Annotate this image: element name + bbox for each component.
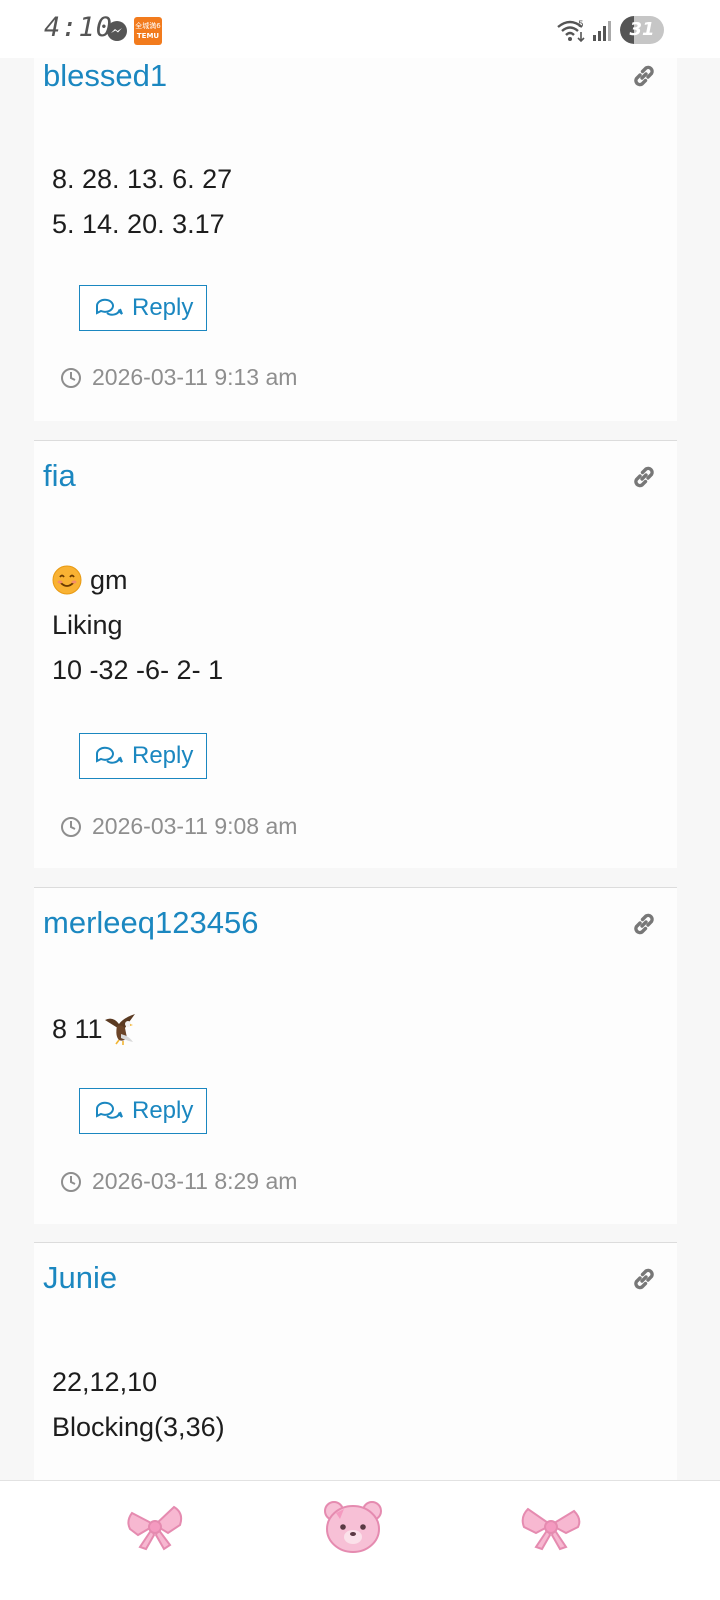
comment-text-line: 8 11 xyxy=(52,1012,137,1046)
bottom-nav xyxy=(0,1480,720,1600)
comment-text-line: 8. 28. 13. 6. 27 xyxy=(52,164,233,194)
pink-bow-icon[interactable] xyxy=(520,1499,582,1555)
clock-icon xyxy=(61,816,81,837)
comment-timestamp: 2026-03-11 9:08 am xyxy=(60,813,297,840)
battery-icon: 31 xyxy=(620,16,664,44)
reply-button-label: Reply xyxy=(132,742,194,769)
permalink-icon[interactable] xyxy=(630,62,658,90)
comment-author[interactable]: merleeq123456 xyxy=(43,905,258,941)
svg-text:5: 5 xyxy=(578,20,584,30)
pink-bow-icon[interactable] xyxy=(124,1499,186,1555)
temu-icon-text-bottom: TEMU xyxy=(137,32,160,40)
comment-text: gm xyxy=(90,565,128,595)
comment-text: 8 11 xyxy=(52,1014,103,1044)
reply-button[interactable]: Reply xyxy=(79,285,207,331)
pink-bear-icon[interactable] xyxy=(322,1499,384,1555)
chat-bubbles-icon xyxy=(95,746,123,764)
comment-card: merleeq123456 8 11 Reply 2026-03-11 8:29… xyxy=(34,887,677,1224)
comment-author[interactable]: fia xyxy=(43,458,76,494)
comment-author[interactable]: Junie xyxy=(43,1260,117,1296)
temu-icon-text-top: 全城満6 xyxy=(135,21,161,30)
comment-text-line: Liking xyxy=(52,610,123,640)
comment-text-line: 10 -32 -6- 2- 1 xyxy=(52,655,224,685)
clock-icon xyxy=(61,1171,81,1192)
comment-card: fia gm Liking 10 -32 -6- 2- 1 Reply 2026… xyxy=(34,440,677,868)
status-time: 4:10 xyxy=(44,12,114,43)
battery-level: 31 xyxy=(629,19,655,40)
timestamp-text: 2026-03-11 9:13 am xyxy=(92,364,298,390)
reply-button[interactable]: Reply xyxy=(79,1088,207,1134)
comment-timestamp: 2026-03-11 8:29 am xyxy=(60,1168,297,1195)
timestamp-text: 2026-03-11 8:29 am xyxy=(92,1168,298,1194)
comment-timestamp: 2026-03-11 9:13 am xyxy=(60,364,297,391)
comment-text-line: gm xyxy=(52,565,128,596)
temu-icon: 全城満6 TEMU xyxy=(134,17,162,45)
comment-text-line: 5. 14. 20. 3.17 xyxy=(52,209,225,239)
permalink-icon[interactable] xyxy=(630,463,658,491)
comment-author[interactable]: blessed1 xyxy=(43,58,167,94)
smiling-face-emoji xyxy=(52,565,82,595)
comment-card: Junie 22,12,10 Blocking(3,36) xyxy=(34,1242,677,1480)
comment-text-line: 22,12,10 xyxy=(52,1367,158,1397)
reply-button-label: Reply xyxy=(132,1097,194,1124)
permalink-icon[interactable] xyxy=(630,910,658,938)
reply-button[interactable]: Reply xyxy=(79,733,207,779)
permalink-icon[interactable] xyxy=(630,1265,658,1293)
eagle-emoji xyxy=(104,1014,135,1045)
status-bar: 4:10 全城満6 TEMU 5 31 xyxy=(0,0,720,58)
chat-bubbles-icon xyxy=(95,1101,123,1119)
messenger-icon xyxy=(107,21,127,41)
signal-icon xyxy=(593,21,611,41)
comment-text-line: Blocking(3,36) xyxy=(52,1412,225,1442)
timestamp-text: 2026-03-11 9:08 am xyxy=(92,813,298,839)
clock-icon xyxy=(61,367,81,388)
comment-card: blessed1 8. 28. 13. 6. 27 5. 14. 20. 3.1… xyxy=(34,58,677,421)
chat-bubbles-icon xyxy=(95,298,123,316)
wifi-icon: 5 xyxy=(557,20,585,43)
reply-button-label: Reply xyxy=(132,294,194,321)
